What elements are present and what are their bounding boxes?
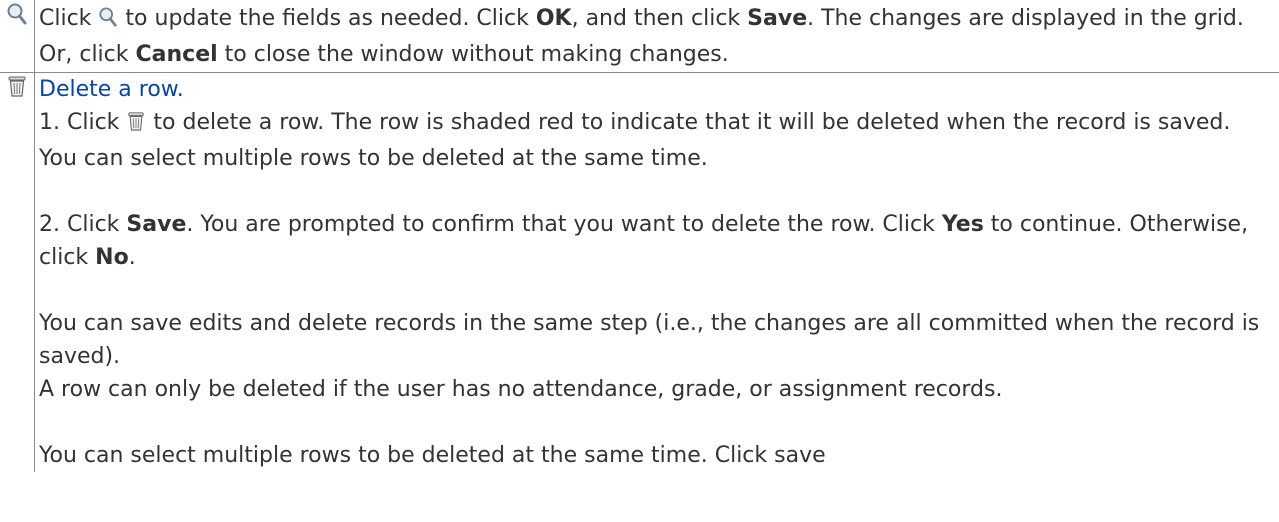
trash-icon (126, 109, 146, 142)
step-2: 2. Click Save. You are prompted to confi… (39, 208, 1273, 274)
cancel-label: Cancel (135, 42, 218, 67)
text: , and then click (571, 6, 748, 31)
text: to delete a row. The row is shaded red t… (39, 110, 1231, 171)
text: . You are prompted to confirm that you w… (186, 212, 942, 237)
table-row: Delete a row. 1. Click to delete a row. … (0, 72, 1279, 472)
magnifier-icon (6, 2, 28, 32)
save-label: Save (747, 6, 808, 31)
text: to update the fields as needed. Click (118, 6, 536, 31)
table-row: Click to update the fields as needed. Cl… (0, 0, 1279, 73)
note-multiple: You can select multiple rows to be delet… (39, 443, 826, 468)
text: Click (39, 6, 99, 31)
ok-label: OK (535, 6, 572, 31)
magnifier-icon (98, 5, 118, 38)
note-restriction: A row can only be deleted if the user ha… (39, 377, 1003, 402)
help-table: Click to update the fields as needed. Cl… (0, 0, 1279, 472)
trash-icon (6, 74, 28, 104)
save-label: Save (126, 212, 187, 237)
edit-instructions: Click to update the fields as needed. Cl… (34, 0, 1279, 73)
step-1: 1. Click to delete a row. The row is sha… (39, 106, 1273, 175)
text: 2. Click (39, 212, 127, 237)
icon-cell (0, 0, 35, 73)
delete-row-link[interactable]: Delete a row. (39, 77, 184, 102)
edit-paragraph: Click to update the fields as needed. Cl… (39, 2, 1273, 71)
no-label: No (95, 245, 129, 270)
yes-label: Yes (941, 212, 984, 237)
delete-instructions: Delete a row. 1. Click to delete a row. … (34, 72, 1279, 472)
note-edits: You can save edits and delete records in… (39, 311, 1260, 369)
text: to close the window without making chang… (217, 42, 729, 67)
text: . (128, 245, 136, 270)
icon-cell (0, 72, 35, 472)
text: 1. Click (39, 110, 127, 135)
